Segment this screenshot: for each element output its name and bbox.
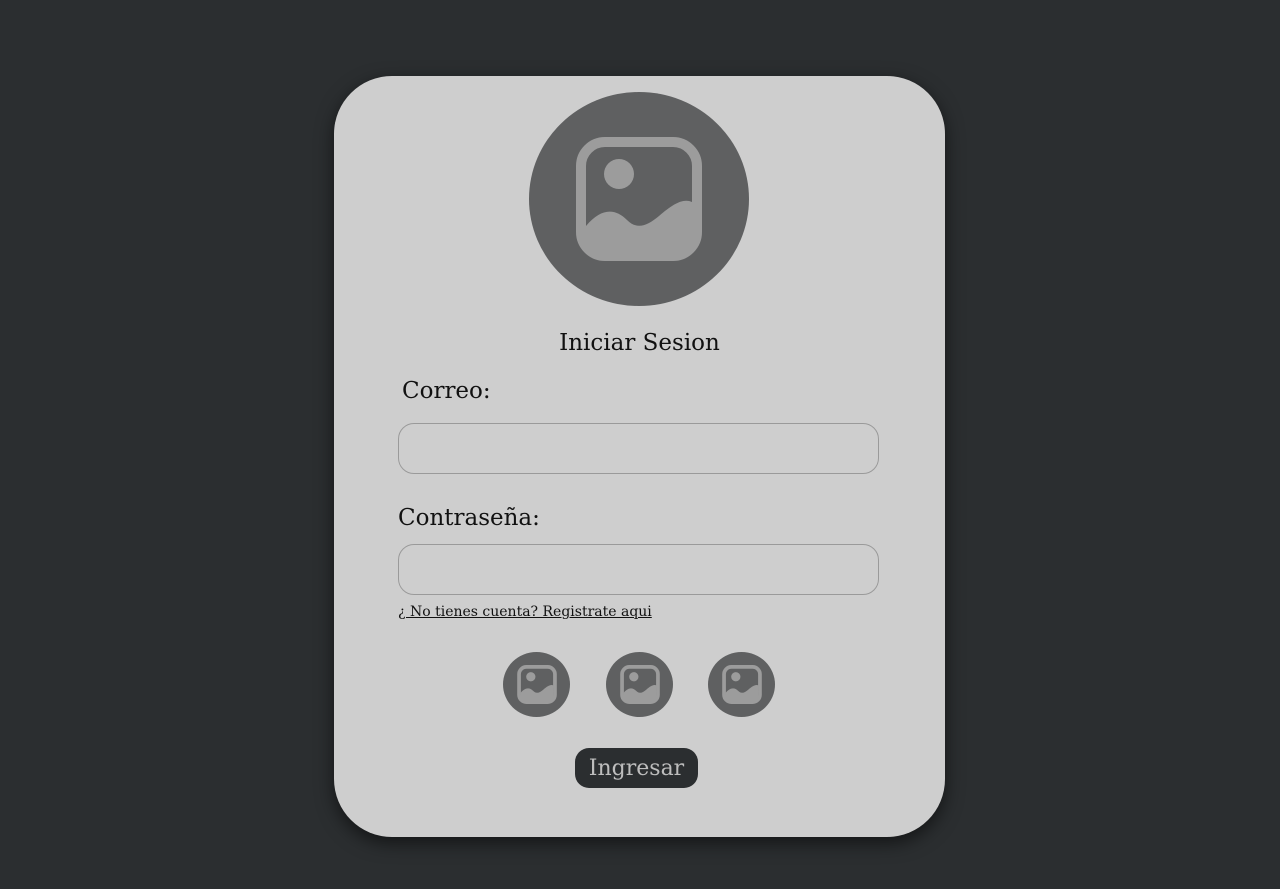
- image-placeholder-icon: [619, 665, 660, 704]
- avatar: [529, 92, 749, 306]
- social-login-group: [334, 652, 945, 718]
- social-login-button-3[interactable]: [708, 652, 775, 717]
- social-login-button-2[interactable]: [606, 652, 673, 717]
- login-card: Iniciar Sesion Correo: Contraseña: ¿ No …: [334, 76, 945, 837]
- page-title: Iniciar Sesion: [559, 330, 720, 356]
- register-link[interactable]: ¿ No tienes cuenta? Registrate aqui: [398, 604, 652, 620]
- email-field[interactable]: [398, 423, 879, 474]
- social-login-button-1[interactable]: [503, 652, 570, 717]
- password-field[interactable]: [398, 544, 879, 595]
- submit-button[interactable]: Ingresar: [575, 748, 698, 788]
- password-label: Contraseña:: [398, 505, 540, 531]
- email-label: Correo:: [402, 378, 491, 404]
- image-placeholder-icon: [576, 137, 702, 261]
- image-placeholder-icon: [516, 665, 557, 704]
- image-placeholder-icon: [721, 665, 762, 704]
